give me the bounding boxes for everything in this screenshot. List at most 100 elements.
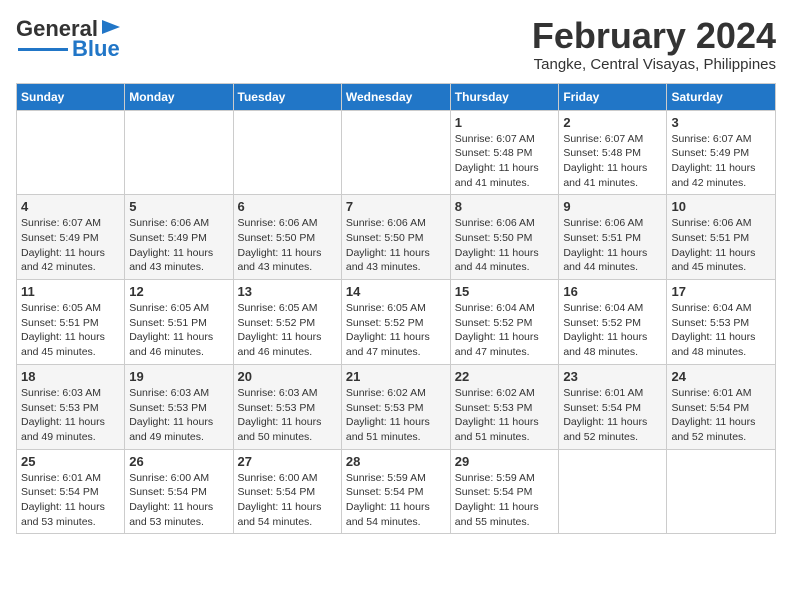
day-info: Sunrise: 6:01 AM Sunset: 5:54 PM Dayligh… [563,386,662,445]
title-area: February 2024 Tangke, Central Visayas, P… [532,16,776,73]
day-number: 27 [238,454,337,469]
day-info: Sunrise: 6:05 AM Sunset: 5:51 PM Dayligh… [21,301,120,360]
day-number: 7 [346,199,446,214]
logo-arrow-icon [100,16,122,38]
day-info: Sunrise: 6:06 AM Sunset: 5:51 PM Dayligh… [563,216,662,275]
day-info: Sunrise: 6:05 AM Sunset: 5:52 PM Dayligh… [238,301,337,360]
day-info: Sunrise: 6:03 AM Sunset: 5:53 PM Dayligh… [21,386,120,445]
day-number: 29 [455,454,555,469]
day-number: 17 [671,284,771,299]
calendar-cell [559,449,667,534]
day-number: 23 [563,369,662,384]
day-info: Sunrise: 6:03 AM Sunset: 5:53 PM Dayligh… [129,386,228,445]
calendar-cell: 10Sunrise: 6:06 AM Sunset: 5:51 PM Dayli… [667,195,776,280]
calendar-cell: 14 Sunrise: 6:05 AM Sunset: 5:52 PM Dayli… [341,280,450,365]
day-info: Sunrise: 6:03 AM Sunset: 5:53 PM Dayligh… [238,386,337,445]
calendar-cell: 22 Sunrise: 6:02 AM Sunset: 5:53 PM Dayli… [450,364,559,449]
calendar-cell: 13 Sunrise: 6:05 AM Sunset: 5:52 PM Dayli… [233,280,341,365]
day-info: Sunrise: 6:01 AM Sunset: 5:54 PM Dayligh… [671,386,771,445]
day-info: Sunrise: 6:06 AM Sunset: 5:49 PM Dayligh… [129,216,228,275]
day-number: 14 [346,284,446,299]
day-number: 25 [21,454,120,469]
day-info: Sunrise: 5:59 AM Sunset: 5:54 PM Dayligh… [455,471,555,530]
day-number: 15 [455,284,555,299]
calendar-cell: 19 Sunrise: 6:03 AM Sunset: 5:53 PM Dayli… [125,364,233,449]
calendar-cell: 2Sunrise: 6:07 AM Sunset: 5:48 PM Daylig… [559,110,667,195]
calendar-cell [17,110,125,195]
calendar-cell: 21 Sunrise: 6:02 AM Sunset: 5:53 PM Dayli… [341,364,450,449]
calendar-cell [233,110,341,195]
subtitle: Tangke, Central Visayas, Philippines [532,56,776,73]
calendar-cell: 18 Sunrise: 6:03 AM Sunset: 5:53 PM Dayli… [17,364,125,449]
calendar-cell: 28 Sunrise: 5:59 AM Sunset: 5:54 PM Dayli… [341,449,450,534]
day-info: Sunrise: 6:06 AM Sunset: 5:50 PM Dayligh… [455,216,555,275]
logo: General Blue [16,16,122,62]
day-info: Sunrise: 6:07 AM Sunset: 5:49 PM Dayligh… [21,216,120,275]
week-row-4: 18 Sunrise: 6:03 AM Sunset: 5:53 PM Dayli… [17,364,776,449]
header-day-sunday: Sunday [17,83,125,110]
header-day-monday: Monday [125,83,233,110]
day-number: 21 [346,369,446,384]
calendar-cell: 20 Sunrise: 6:03 AM Sunset: 5:53 PM Dayli… [233,364,341,449]
day-number: 1 [455,115,555,130]
header-day-friday: Friday [559,83,667,110]
calendar-cell: 15 Sunrise: 6:04 AM Sunset: 5:52 PM Dayli… [450,280,559,365]
calendar-cell: 7 Sunrise: 6:06 AM Sunset: 5:50 PM Daylig… [341,195,450,280]
day-number: 10 [671,199,771,214]
header-day-thursday: Thursday [450,83,559,110]
calendar-cell: 9Sunrise: 6:06 AM Sunset: 5:51 PM Daylig… [559,195,667,280]
day-number: 3 [671,115,771,130]
day-number: 13 [238,284,337,299]
day-number: 16 [563,284,662,299]
calendar-cell: 4 Sunrise: 6:07 AM Sunset: 5:49 PM Daylig… [17,195,125,280]
day-number: 26 [129,454,228,469]
calendar-table: SundayMondayTuesdayWednesdayThursdayFrid… [16,83,776,535]
day-number: 4 [21,199,120,214]
day-info: Sunrise: 6:06 AM Sunset: 5:50 PM Dayligh… [238,216,337,275]
day-info: Sunrise: 6:02 AM Sunset: 5:53 PM Dayligh… [455,386,555,445]
day-number: 18 [21,369,120,384]
day-info: Sunrise: 6:04 AM Sunset: 5:52 PM Dayligh… [563,301,662,360]
calendar-header: SundayMondayTuesdayWednesdayThursdayFrid… [17,83,776,110]
day-number: 12 [129,284,228,299]
calendar-cell: 25 Sunrise: 6:01 AM Sunset: 5:54 PM Dayli… [17,449,125,534]
main-title: February 2024 [532,16,776,56]
day-info: Sunrise: 6:00 AM Sunset: 5:54 PM Dayligh… [238,471,337,530]
day-info: Sunrise: 6:07 AM Sunset: 5:48 PM Dayligh… [455,132,555,191]
day-info: Sunrise: 6:02 AM Sunset: 5:53 PM Dayligh… [346,386,446,445]
calendar-cell: 1 Sunrise: 6:07 AM Sunset: 5:48 PM Daylig… [450,110,559,195]
calendar-cell: 5Sunrise: 6:06 AM Sunset: 5:49 PM Daylig… [125,195,233,280]
week-row-2: 4 Sunrise: 6:07 AM Sunset: 5:49 PM Daylig… [17,195,776,280]
day-info: Sunrise: 6:07 AM Sunset: 5:48 PM Dayligh… [563,132,662,191]
day-info: Sunrise: 6:04 AM Sunset: 5:52 PM Dayligh… [455,301,555,360]
calendar-cell: 8 Sunrise: 6:06 AM Sunset: 5:50 PM Daylig… [450,195,559,280]
day-info: Sunrise: 6:05 AM Sunset: 5:51 PM Dayligh… [129,301,228,360]
calendar-cell: 12 Sunrise: 6:05 AM Sunset: 5:51 PM Dayli… [125,280,233,365]
day-number: 8 [455,199,555,214]
calendar-cell: 3Sunrise: 6:07 AM Sunset: 5:49 PM Daylig… [667,110,776,195]
day-info: Sunrise: 5:59 AM Sunset: 5:54 PM Dayligh… [346,471,446,530]
day-number: 24 [671,369,771,384]
calendar-cell: 27 Sunrise: 6:00 AM Sunset: 5:54 PM Dayli… [233,449,341,534]
day-number: 19 [129,369,228,384]
header-row: SundayMondayTuesdayWednesdayThursdayFrid… [17,83,776,110]
day-info: Sunrise: 6:01 AM Sunset: 5:54 PM Dayligh… [21,471,120,530]
week-row-5: 25 Sunrise: 6:01 AM Sunset: 5:54 PM Dayli… [17,449,776,534]
calendar-cell: 16 Sunrise: 6:04 AM Sunset: 5:52 PM Dayli… [559,280,667,365]
day-info: Sunrise: 6:00 AM Sunset: 5:54 PM Dayligh… [129,471,228,530]
day-number: 6 [238,199,337,214]
day-number: 22 [455,369,555,384]
calendar-cell: 11Sunrise: 6:05 AM Sunset: 5:51 PM Dayli… [17,280,125,365]
header-day-saturday: Saturday [667,83,776,110]
calendar-body: 1 Sunrise: 6:07 AM Sunset: 5:48 PM Daylig… [17,110,776,534]
calendar-cell: 29 Sunrise: 5:59 AM Sunset: 5:54 PM Dayli… [450,449,559,534]
day-info: Sunrise: 6:06 AM Sunset: 5:50 PM Dayligh… [346,216,446,275]
day-info: Sunrise: 6:04 AM Sunset: 5:53 PM Dayligh… [671,301,771,360]
calendar-cell [341,110,450,195]
calendar-cell [667,449,776,534]
header-day-tuesday: Tuesday [233,83,341,110]
day-number: 20 [238,369,337,384]
calendar-cell: 24 Sunrise: 6:01 AM Sunset: 5:54 PM Dayli… [667,364,776,449]
day-info: Sunrise: 6:05 AM Sunset: 5:52 PM Dayligh… [346,301,446,360]
day-number: 28 [346,454,446,469]
